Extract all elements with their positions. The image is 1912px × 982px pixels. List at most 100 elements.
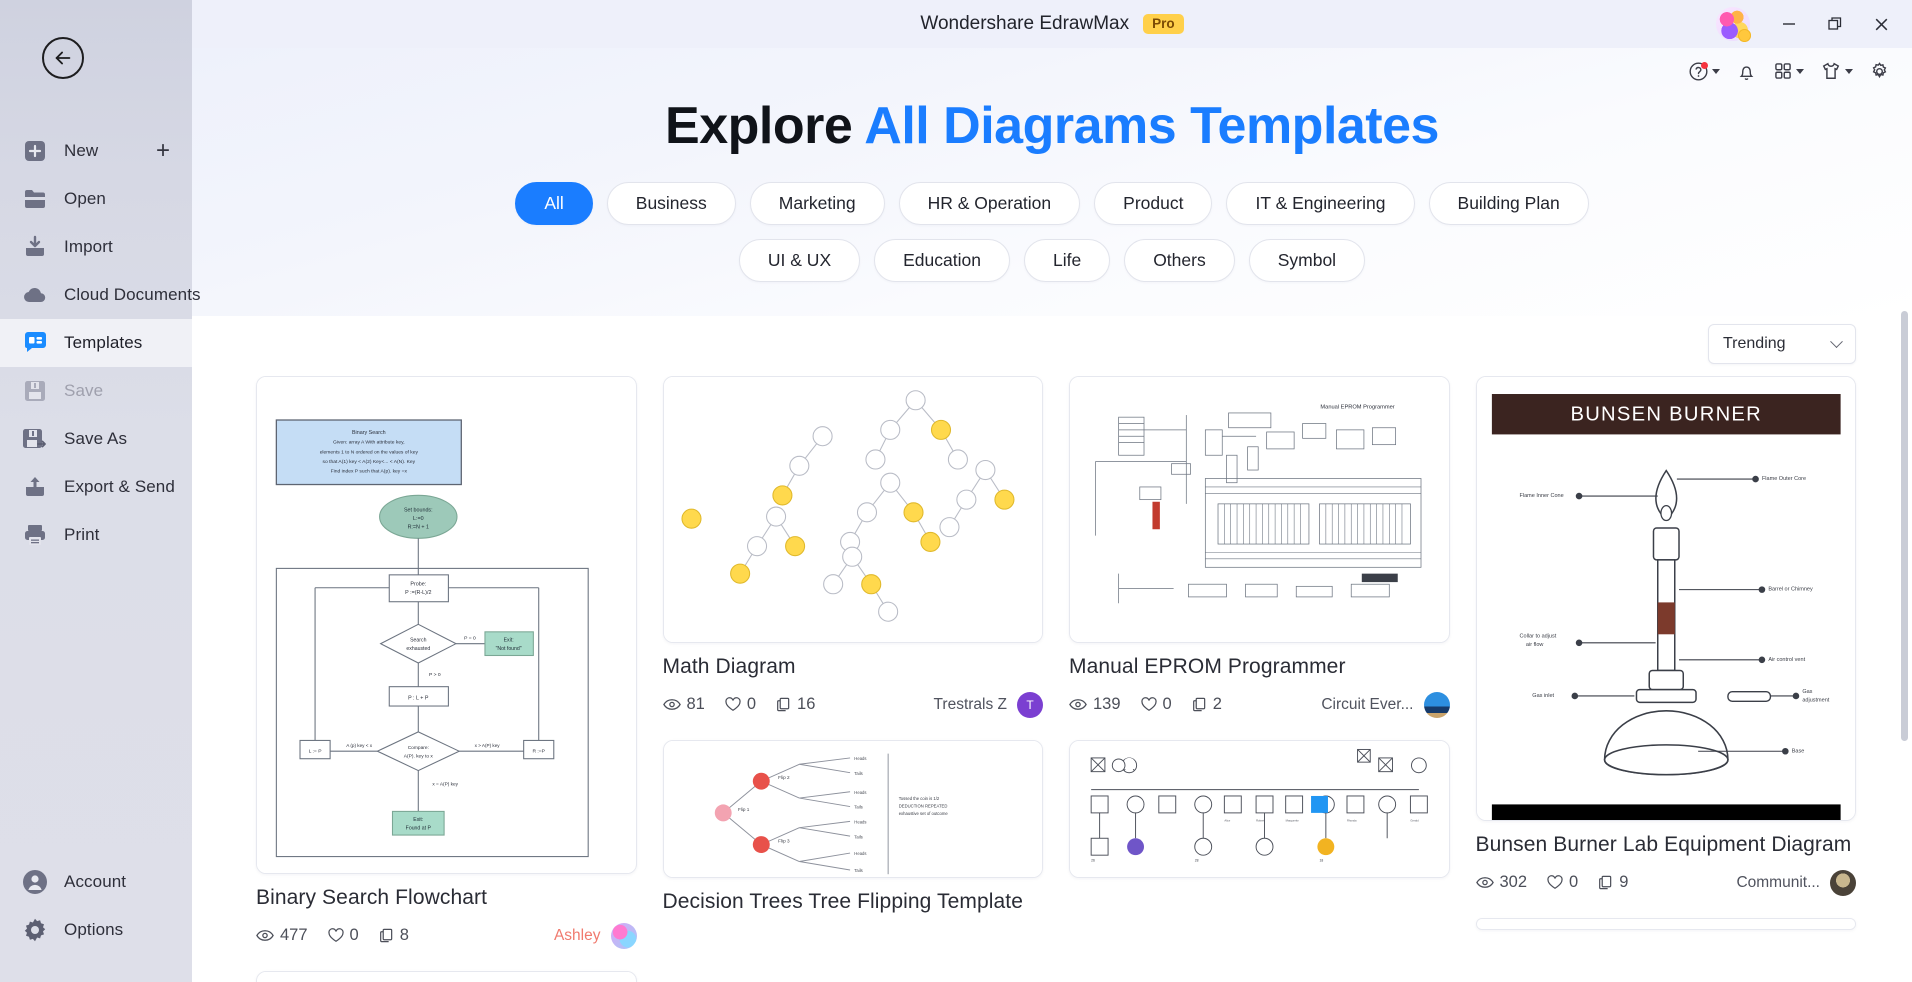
new-plus-icon[interactable]: + <box>156 139 170 163</box>
avatar[interactable] <box>1830 869 1856 896</box>
views-stat: 81 <box>662 695 705 714</box>
svg-text:Air control vent: Air control vent <box>1768 657 1805 663</box>
svg-text:Heads: Heads <box>854 790 866 795</box>
category-pill-life[interactable]: Life <box>1023 239 1111 282</box>
svg-text:air flow: air flow <box>1525 642 1542 648</box>
eye-icon <box>256 930 274 942</box>
svg-text:x = A(P) key: x = A(P) key <box>432 782 458 788</box>
scrollbar-thumb[interactable] <box>1901 311 1908 741</box>
minimize-button[interactable] <box>1766 4 1812 44</box>
sort-bar: Trending <box>192 316 1912 376</box>
minimize-icon <box>1783 23 1795 25</box>
views-stat: 302 <box>1475 873 1527 892</box>
template-thumbnail[interactable] <box>662 376 1043 643</box>
svg-text:Tails: Tails <box>854 805 862 810</box>
copies-count: 16 <box>797 695 816 714</box>
sidebar-item-save[interactable]: Save <box>0 367 192 415</box>
template-card-bunsen-burner-lab-equipment-diagram[interactable]: BUNSEN BURNER Flame Outer Core Flame Inn… <box>1475 376 1856 896</box>
sidebar-item-label: Export & Send <box>64 477 175 496</box>
sidebar-item-import[interactable]: Import <box>0 223 192 271</box>
sidebar-item-options[interactable]: Options <box>0 906 192 954</box>
template-thumbnail[interactable]: BUNSEN BURNER Flame Outer Core Flame Inn… <box>1475 376 1856 821</box>
svg-text:Binary Search: Binary Search <box>352 430 386 436</box>
category-pill-product[interactable]: Product <box>1094 182 1213 225</box>
svg-text:"Not found": "Not found" <box>496 646 522 652</box>
sidebar-item-open[interactable]: Open <box>0 175 192 223</box>
category-pill-others[interactable]: Others <box>1124 239 1235 282</box>
likes-count: 0 <box>349 926 359 945</box>
help-button[interactable] <box>1682 56 1726 87</box>
template-card-decision-trees-tree-flipping-template[interactable]: Flip 2 Flip 3 Flip 1 Heads Tails Heads Tai… <box>662 739 1043 916</box>
template-thumbnail-partial-bottom[interactable] <box>256 970 637 982</box>
author-name[interactable]: Communit... <box>1736 874 1820 892</box>
apps-button[interactable] <box>1767 56 1810 86</box>
likes-stat: 0 <box>1547 873 1578 892</box>
vertical-scrollbar[interactable] <box>1899 96 1909 982</box>
back-button[interactable] <box>42 37 84 79</box>
template-card-binary-search-flowchart[interactable]: Binary Search Given: array A With attrib… <box>256 376 637 949</box>
avatar[interactable] <box>1423 691 1450 718</box>
category-pill-education[interactable]: Education <box>874 239 1010 282</box>
svg-text:Flame Inner Cone: Flame Inner Cone <box>1519 493 1563 499</box>
bell-icon <box>1739 65 1754 80</box>
template-card-meta: 139 0 2 Circuit Ever... <box>1069 691 1450 718</box>
views-stat: 139 <box>1069 695 1121 714</box>
category-pill-building-plan[interactable]: Building Plan <box>1428 182 1589 225</box>
category-pill-symbol[interactable]: Symbol <box>1248 239 1366 282</box>
avatar[interactable] <box>610 922 637 949</box>
sidebar-nav: New + Open Import Cloud Documents Templa… <box>0 127 201 559</box>
svg-text:Given: array A With attribute: Given: array A With attribute key, <box>333 440 405 446</box>
svg-text:26: 26 <box>1091 858 1095 862</box>
category-pill-marketing[interactable]: Marketing <box>749 182 885 225</box>
likes-count: 0 <box>1569 873 1579 892</box>
template-thumbnail[interactable]: Manual EPROM Programmer <box>1069 376 1450 643</box>
category-pill-business[interactable]: Business <box>606 182 736 225</box>
user-avatar[interactable] <box>1716 7 1751 42</box>
author-name[interactable]: Trestrals Z <box>934 696 1007 714</box>
category-pill-ui-ux[interactable]: UI & UX <box>738 239 861 282</box>
template-card-math-diagram[interactable]: Math Diagram 81 0 16 Trestrals Z T <box>662 376 1043 718</box>
sidebar-item-label: Cloud Documents <box>64 285 201 304</box>
sort-dropdown[interactable]: Trending <box>1708 324 1856 364</box>
svg-text:Gas inlet: Gas inlet <box>1532 693 1554 699</box>
category-pill-all[interactable]: All <box>515 182 593 225</box>
notifications-button[interactable] <box>1730 56 1763 87</box>
template-card-manual-eprom-programmer[interactable]: Manual EPROM Programmer Manual EPROM Pro… <box>1069 376 1450 718</box>
svg-text:BUNSEN BURNER: BUNSEN BURNER <box>1570 404 1762 426</box>
sidebar-item-save-as[interactable]: Save As <box>0 415 192 463</box>
template-thumbnail[interactable]: Flip 2 Flip 3 Flip 1 Heads Tails Heads Tai… <box>662 739 1043 878</box>
svg-text:Search: Search <box>410 638 426 644</box>
sidebar-item-cloud-documents[interactable]: Cloud Documents <box>0 271 201 319</box>
category-pill-hr-operation[interactable]: HR & Operation <box>898 182 1081 225</box>
avatar[interactable]: T <box>1017 691 1043 718</box>
sidebar-item-new[interactable]: New + <box>0 127 192 175</box>
sidebar-item-templates[interactable]: Templates <box>0 319 192 367</box>
decision-tree-art: Flip 2 Flip 3 Flip 1 Heads Tails Heads Tai… <box>663 740 1042 877</box>
svg-text:Rhonda: Rhonda <box>1347 818 1357 822</box>
templates-icon <box>22 330 48 356</box>
close-button[interactable] <box>1858 4 1904 44</box>
category-pill-it-engineering[interactable]: IT & Engineering <box>1226 182 1415 225</box>
template-thumbnail[interactable]: Binary Search Given: array A With attrib… <box>256 376 637 874</box>
content-scroll-area[interactable]: Explore All Diagrams Templates All Busin… <box>192 48 1912 982</box>
settings-button[interactable] <box>1863 56 1896 87</box>
author-name[interactable]: Ashley <box>554 927 601 945</box>
svg-text:P = 0: P = 0 <box>464 635 476 641</box>
template-thumbnail[interactable]: 26 28 18 Alice Robert Marguerite Rhonda Ger… <box>1069 739 1450 878</box>
sidebar-item-export-and-send[interactable]: Export & Send <box>0 463 192 511</box>
bunsen-burner-art: BUNSEN BURNER Flame Outer Core Flame Inn… <box>1476 377 1855 820</box>
sidebar-item-print[interactable]: Print <box>0 511 192 559</box>
svg-text:Flip 1: Flip 1 <box>738 807 750 812</box>
svg-text:exhausted: exhausted <box>406 646 430 652</box>
template-thumbnail-partial-bottom[interactable] <box>1475 917 1856 930</box>
restore-button[interactable] <box>1812 4 1858 44</box>
svg-text:Alice: Alice <box>1224 818 1230 822</box>
sidebar-item-account[interactable]: Account <box>0 858 192 906</box>
template-card-pedigree-chart[interactable]: 26 28 18 Alice Robert Marguerite Rhonda Ger… <box>1069 739 1450 878</box>
eye-icon <box>1475 877 1494 889</box>
svg-text:Flip 2: Flip 2 <box>778 775 790 780</box>
author-name[interactable]: Circuit Ever... <box>1321 696 1413 714</box>
theme-button[interactable] <box>1814 56 1859 86</box>
views-count: 81 <box>686 695 705 714</box>
views-stat: 477 <box>256 926 308 945</box>
